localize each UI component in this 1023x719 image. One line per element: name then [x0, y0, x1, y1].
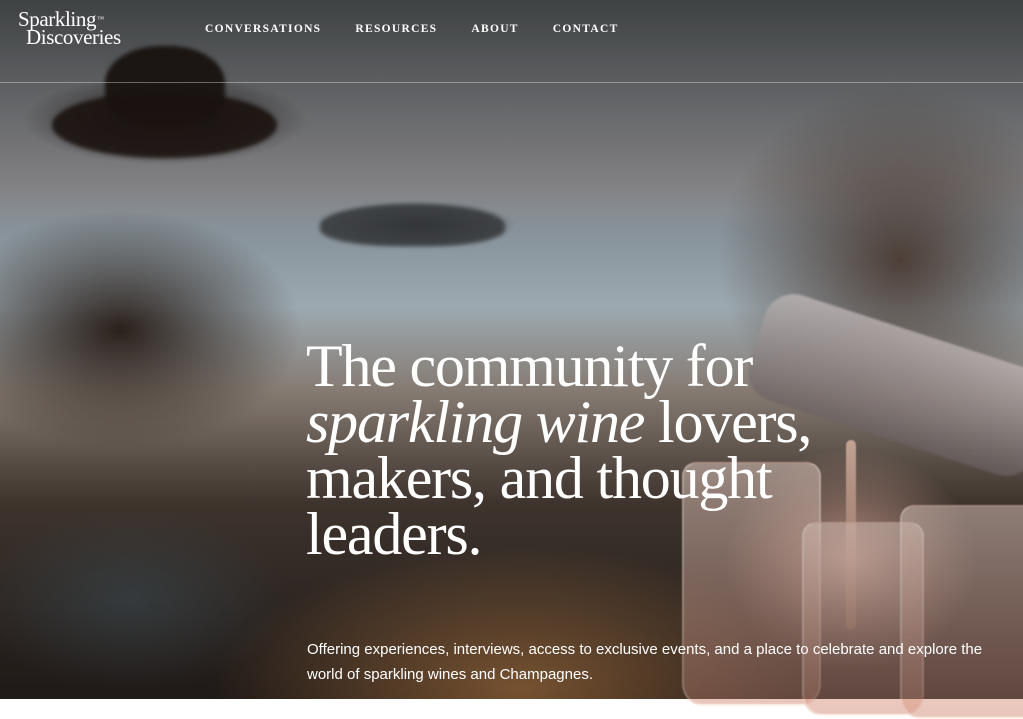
site-header: Sparkling™ Discoveries CONVERSATIONS RES…	[0, 0, 1023, 83]
logo-line-2: Discoveries	[26, 25, 121, 49]
nav-item-conversations[interactable]: CONVERSATIONS	[205, 23, 321, 35]
site-logo[interactable]: Sparkling™ Discoveries	[18, 9, 121, 49]
headline-line-4: leaders.	[306, 501, 482, 567]
nav-item-contact[interactable]: CONTACT	[553, 23, 619, 35]
hero-headline: The community for sparkling wine lovers,…	[306, 336, 866, 564]
hero-subcopy: Offering experiences, interviews, access…	[307, 641, 983, 683]
main-nav: CONVERSATIONS RESOURCES ABOUT CONTACT	[205, 23, 619, 35]
logo-trademark: ™	[97, 15, 104, 23]
nav-item-resources[interactable]: RESOURCES	[355, 23, 437, 35]
nav-item-about[interactable]: ABOUT	[471, 23, 518, 35]
